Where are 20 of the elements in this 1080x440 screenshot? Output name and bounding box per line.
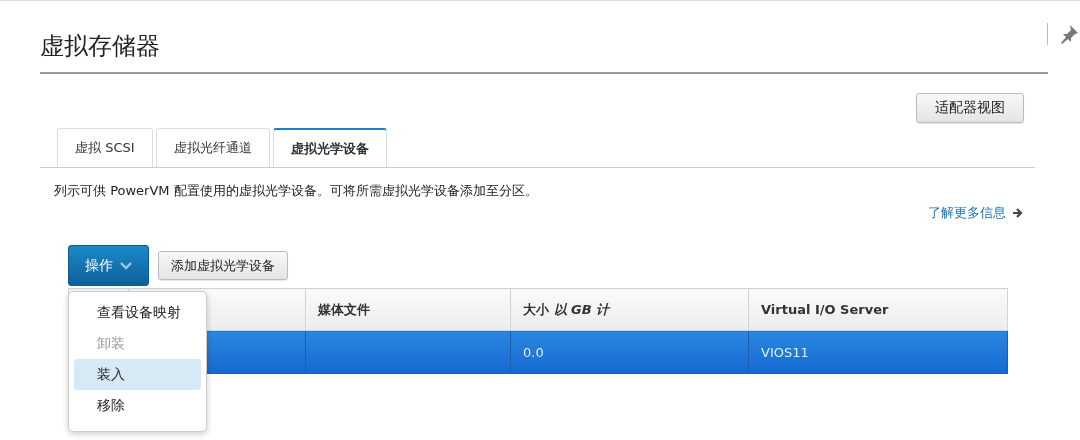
menu-item[interactable]: 移除 (74, 390, 201, 421)
column-header: 媒体文件 (305, 288, 511, 331)
column-header: Virtual I/O Server (748, 288, 1008, 331)
table-cell: VIOS11 (748, 330, 1008, 374)
chevron-down-icon (120, 261, 132, 270)
menu-item[interactable]: 查看设备映射 (74, 297, 201, 328)
adapter-view-button[interactable]: 适配器视图 (916, 93, 1024, 123)
actions-button[interactable]: 操作 (68, 245, 149, 286)
tab[interactable]: 虚拟光纤通道 (155, 128, 270, 167)
page-title: 虚拟存储器 (40, 31, 160, 62)
learn-more-link[interactable]: 了解更多信息 (928, 204, 1006, 222)
description-text: 列示可供 PowerVM 配置使用的虚拟光学设备。可将所需虚拟光学设备添加至分区。 (54, 182, 539, 200)
pin-icon[interactable] (1058, 23, 1080, 45)
menu-item[interactable]: 装入 (74, 359, 201, 390)
column-header: 大小 以 GB 计 (510, 288, 749, 331)
table-cell: 0.0 (510, 330, 749, 374)
tab[interactable]: 虚拟光学设备 (272, 128, 387, 167)
add-optical-device-button[interactable]: 添加虚拟光学设备 (158, 251, 288, 280)
tab[interactable]: 虚拟 SCSI (57, 128, 153, 167)
arrow-right-icon (1012, 207, 1024, 219)
